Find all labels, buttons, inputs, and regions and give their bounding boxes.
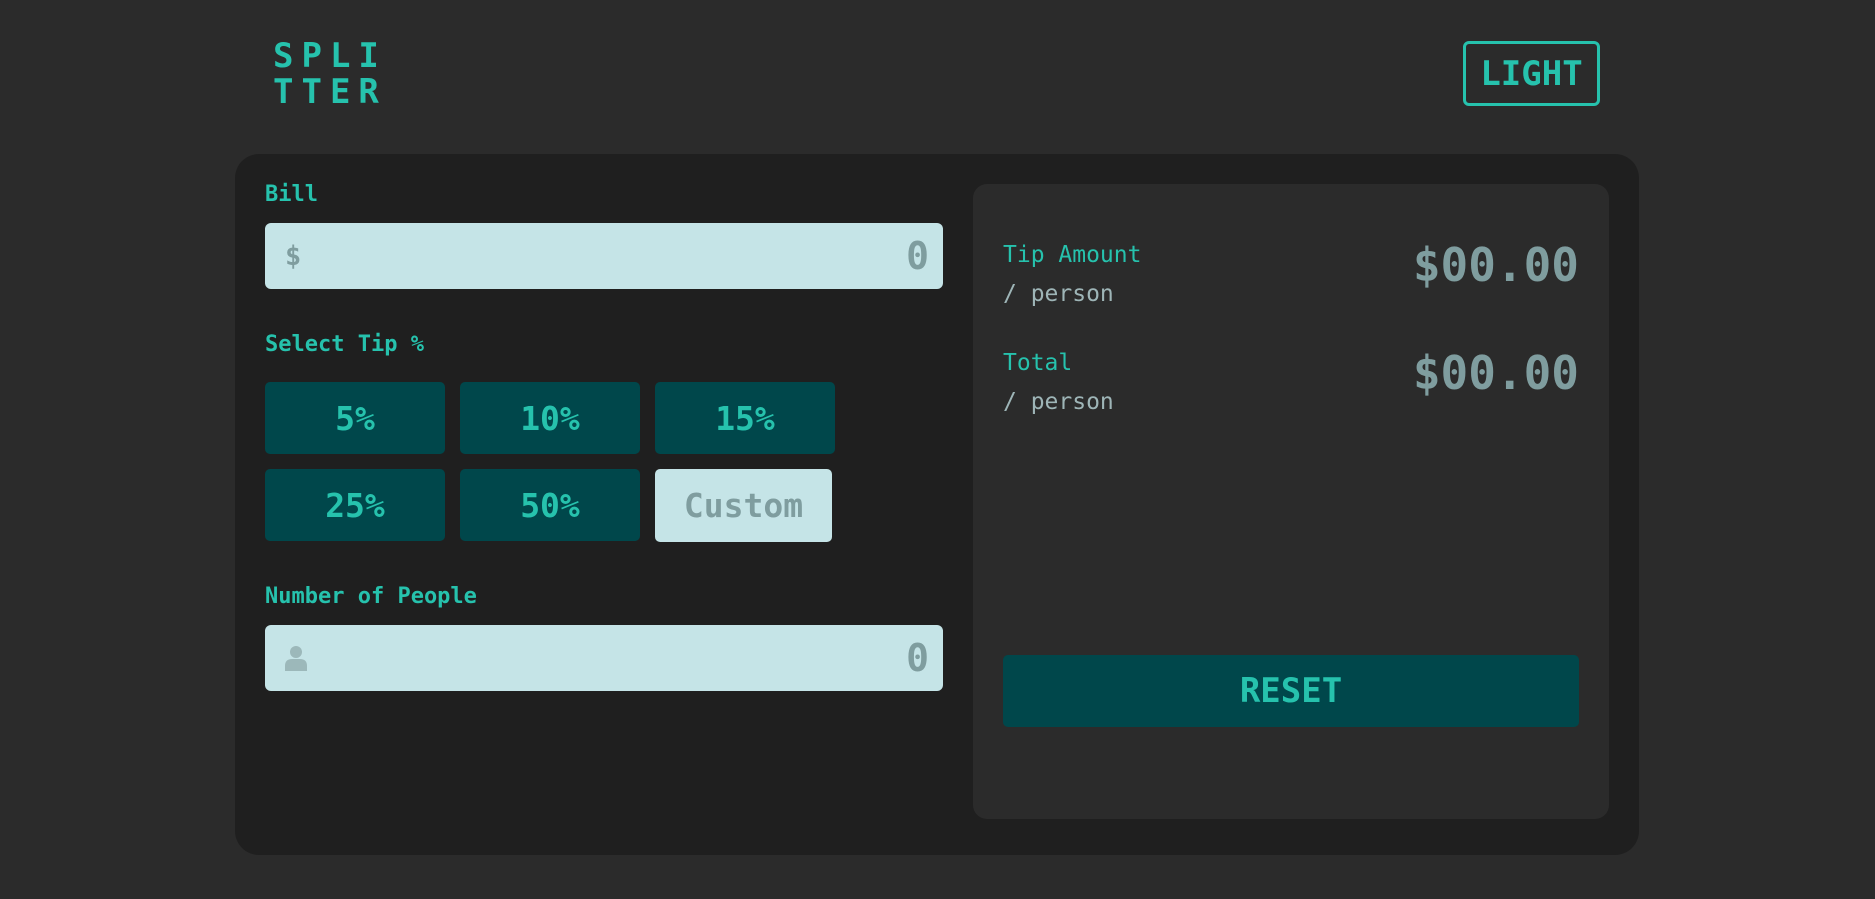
tip-10-button[interactable]: 10% — [460, 382, 640, 454]
total-value: $00.00 — [1412, 346, 1579, 400]
person-icon — [285, 645, 309, 671]
people-input[interactable] — [309, 636, 929, 680]
people-label: Number of People — [265, 584, 477, 609]
tip-15-button[interactable]: 15% — [655, 382, 835, 454]
tip-amount-title: Tip Amount — [1003, 242, 1142, 268]
theme-toggle-button[interactable]: LIGHT — [1463, 41, 1600, 106]
bill-label: Bill — [265, 182, 318, 207]
total-title: Total — [1003, 350, 1073, 376]
bill-input[interactable] — [309, 234, 929, 278]
dollar-icon: $ — [285, 240, 302, 272]
tip-25-button[interactable]: 25% — [265, 469, 445, 541]
tip-5-button[interactable]: 5% — [265, 382, 445, 454]
tip-amount-per-person: / person — [1003, 281, 1114, 307]
app-logo: SPLI TTER — [273, 38, 387, 110]
results-panel: Tip Amount / person $00.00 Total / perso… — [973, 184, 1609, 819]
people-field[interactable] — [265, 625, 943, 691]
logo-line-1: SPLI — [273, 36, 387, 76]
logo-line-2: TTER — [273, 72, 387, 112]
reset-button[interactable]: RESET — [1003, 655, 1579, 727]
total-per-person: / person — [1003, 389, 1114, 415]
select-tip-label: Select Tip % — [265, 332, 424, 357]
calculator-card: Bill $ Select Tip % 5% 10% 15% 25% 50% N… — [235, 154, 1639, 855]
custom-tip-input[interactable] — [655, 469, 832, 542]
tip-amount-value: $00.00 — [1412, 238, 1579, 292]
bill-field[interactable]: $ — [265, 223, 943, 289]
tip-50-button[interactable]: 50% — [460, 469, 640, 541]
